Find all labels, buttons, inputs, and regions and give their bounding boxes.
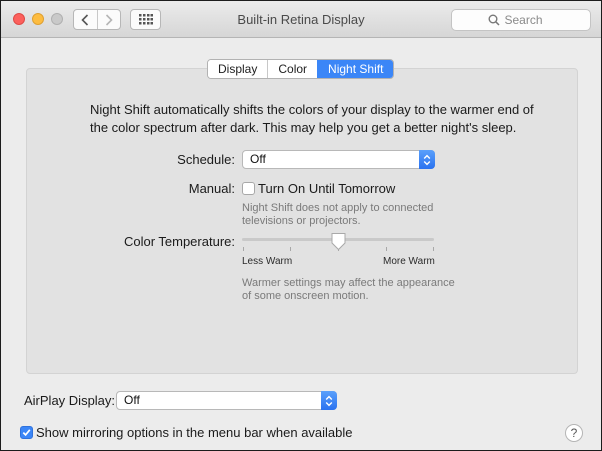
schedule-select[interactable]: Off — [242, 150, 435, 169]
checkmark-icon — [22, 429, 31, 437]
search-icon — [488, 14, 500, 26]
slider-tick — [243, 247, 244, 251]
slider-thumb[interactable] — [330, 232, 347, 251]
night-shift-description: Night Shift automatically shifts the col… — [90, 102, 534, 135]
airplay-display-label: AirPlay Display: — [24, 393, 116, 408]
updown-arrows-icon — [321, 391, 337, 410]
tab-color[interactable]: Color — [267, 60, 318, 78]
slider-tick — [386, 247, 387, 251]
search-input[interactable] — [504, 13, 555, 27]
schedule-label: Schedule: — [177, 152, 235, 167]
airplay-display-value: Off — [124, 393, 140, 407]
slider-tick — [433, 247, 434, 251]
tab-night-shift[interactable]: Night Shift — [317, 60, 394, 78]
slider-tick — [290, 247, 291, 251]
help-button[interactable]: ? — [565, 424, 583, 442]
preferences-window: Built-in Retina Display Display Color Ni… — [0, 0, 602, 451]
turn-on-until-tomorrow-checkbox[interactable] — [242, 182, 255, 195]
manual-note: Night Shift does not apply to connected … — [242, 202, 434, 227]
airplay-display-select[interactable]: Off — [116, 391, 337, 410]
turn-on-until-tomorrow-label: Turn On Until Tomorrow — [258, 181, 396, 196]
title-bar: Built-in Retina Display — [1, 1, 601, 38]
updown-arrows-icon — [419, 150, 435, 169]
slider-min-label: Less Warm — [242, 256, 293, 267]
tab-display[interactable]: Display — [208, 60, 268, 78]
schedule-value: Off — [250, 152, 266, 166]
slider-max-label: More Warm — [383, 256, 435, 267]
show-mirroring-checkbox[interactable] — [20, 426, 33, 439]
show-mirroring-label: Show mirroring options in the menu bar w… — [36, 425, 353, 440]
slider-note: Warmer settings may affect the appearanc… — [242, 277, 455, 302]
help-icon: ? — [570, 426, 578, 440]
tab-bar: Display Color Night Shift — [207, 59, 395, 79]
manual-label: Manual: — [188, 181, 235, 196]
color-temperature-label: Color Temperature: — [123, 234, 235, 249]
search-field[interactable] — [451, 9, 591, 31]
